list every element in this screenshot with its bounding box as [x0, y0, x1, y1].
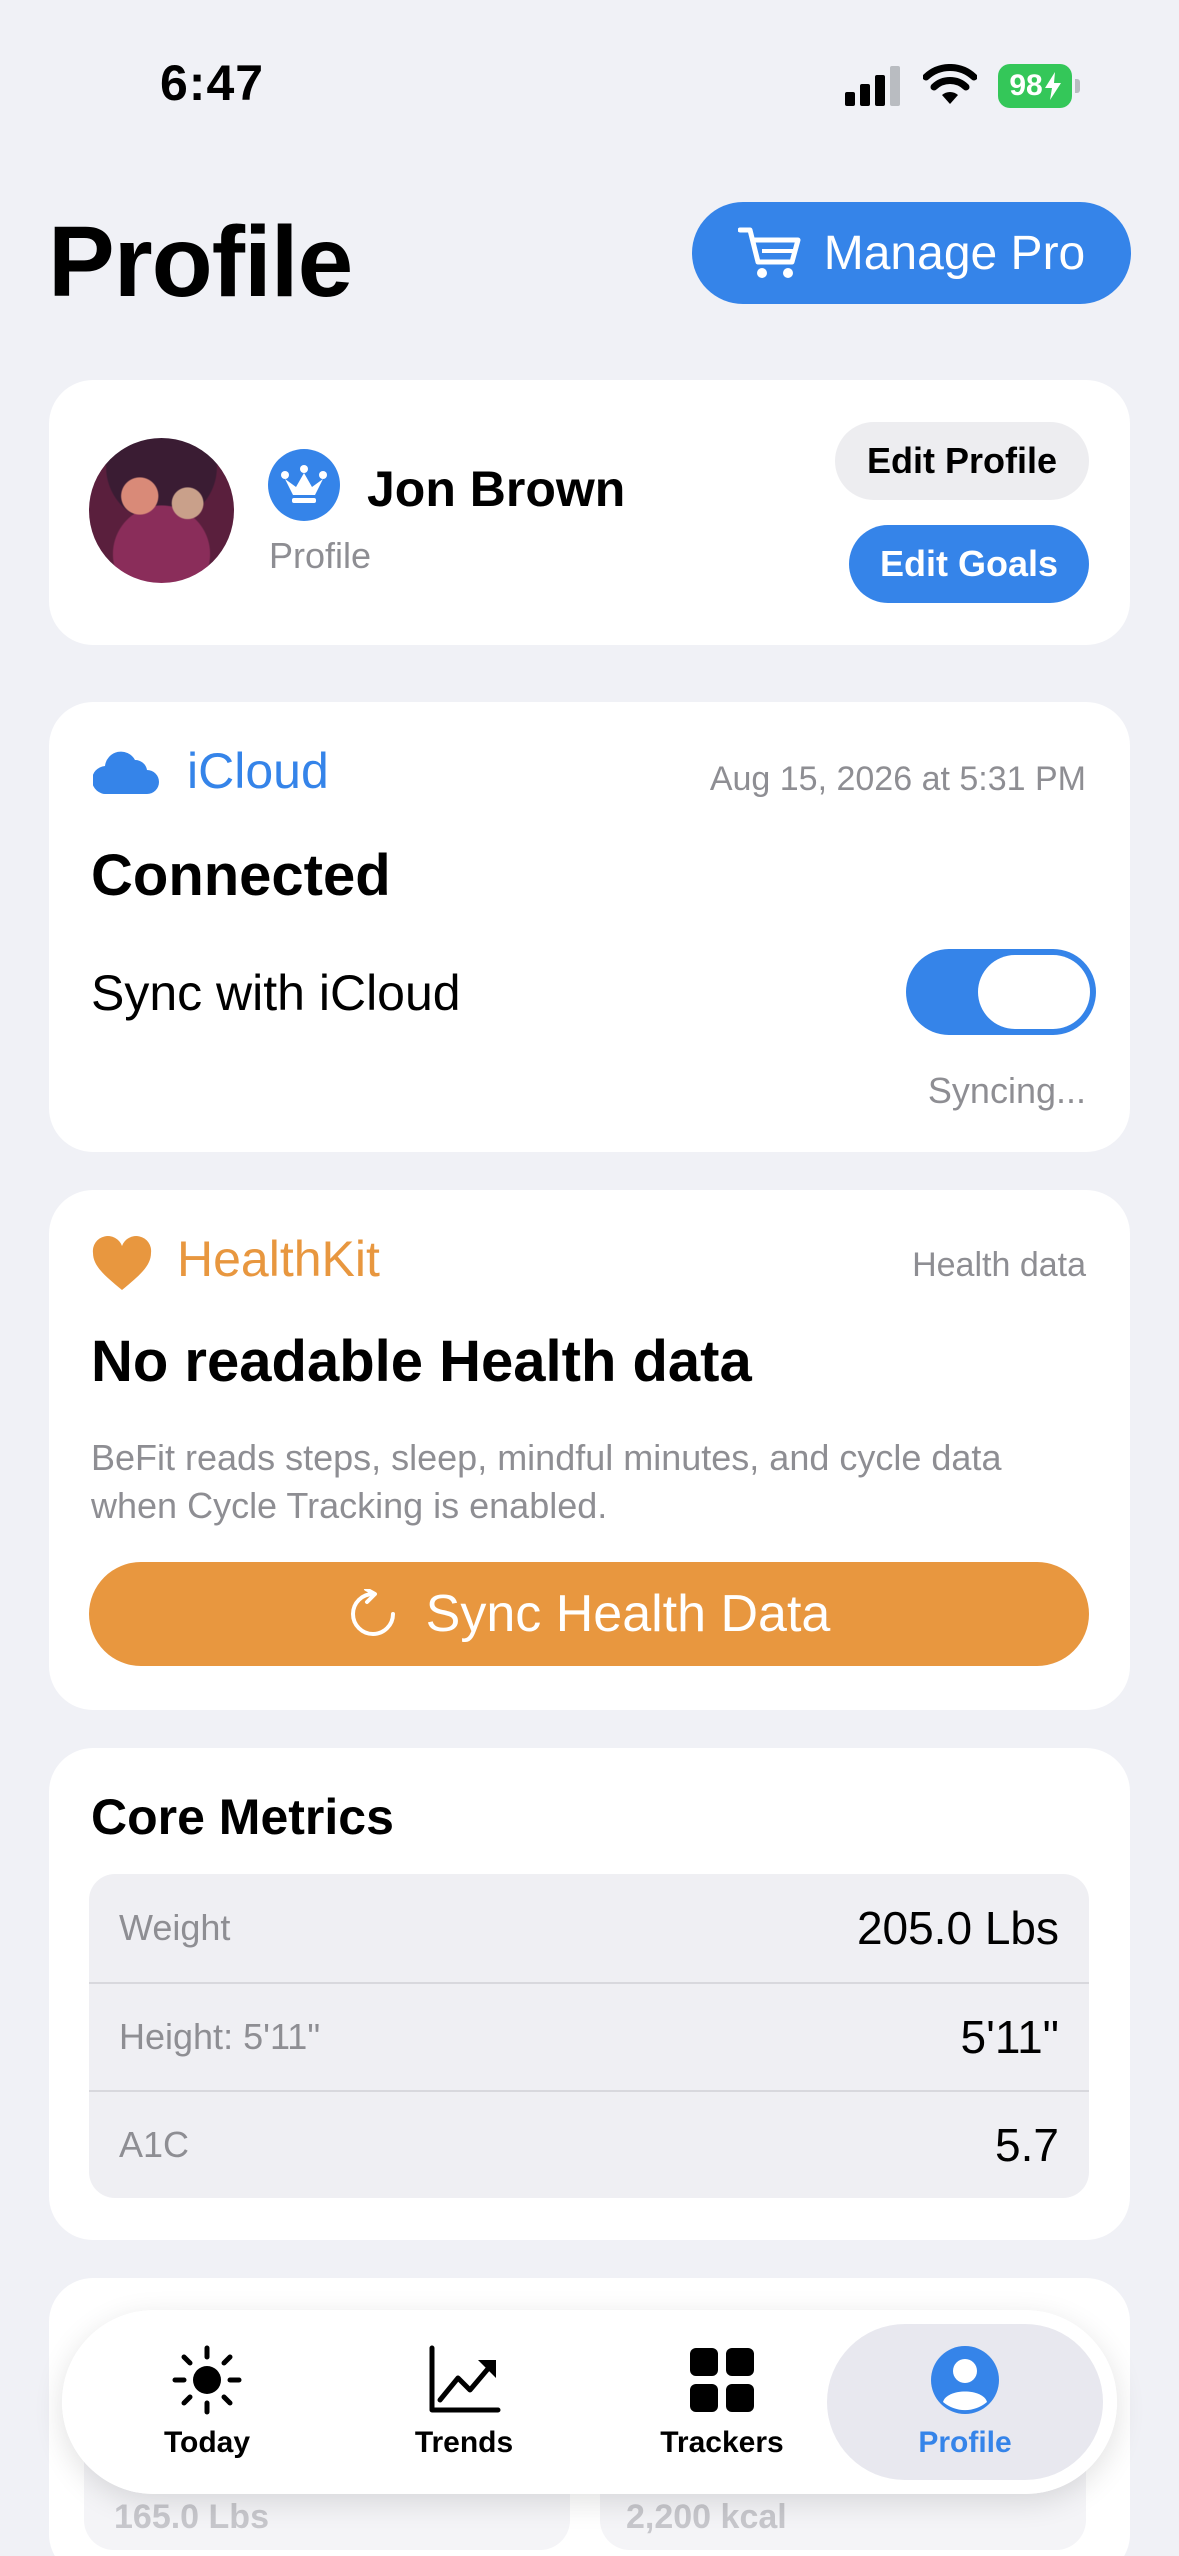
icloud-label: iCloud: [187, 743, 329, 799]
core-metrics-title: Core Metrics: [91, 1789, 394, 1845]
battery-indicator: 98: [998, 64, 1080, 108]
metric-label: Height: 5'11": [119, 2016, 321, 2057]
healthkit-card: HealthKit Health data No readable Health…: [49, 1190, 1130, 1710]
tab-trends[interactable]: Trends: [344, 2324, 584, 2480]
avatar[interactable]: [89, 438, 234, 583]
cart-icon: [737, 227, 801, 278]
metric-row-a1c[interactable]: A1C 5.7: [89, 2090, 1089, 2198]
metrics-table: Weight 205.0 Lbs Height: 5'11" 5'11" A1C…: [89, 1874, 1089, 2198]
sun-icon: [172, 2345, 242, 2415]
wifi-icon: [923, 64, 977, 104]
edit-profile-button[interactable]: Edit Profile: [835, 422, 1089, 500]
status-bar: 6:47 98: [0, 0, 1179, 150]
refresh-icon: [350, 1589, 395, 1636]
tab-bar: Today Trends Trackers Profile: [62, 2310, 1117, 2494]
tab-label: Today: [163, 2426, 251, 2459]
manage-pro-button[interactable]: Manage Pro: [692, 202, 1131, 304]
metric-row-weight[interactable]: Weight 205.0 Lbs: [89, 1874, 1089, 1982]
healthkit-label: HealthKit: [177, 1231, 380, 1287]
tab-today[interactable]: Today: [87, 2324, 327, 2480]
metric-label: A1C: [119, 2124, 190, 2165]
goal-calories-value: 2,200 kcal: [626, 2498, 787, 2536]
metric-label: Weight: [119, 1907, 231, 1948]
person-circle-icon: [931, 2346, 999, 2414]
icloud-status: Connected: [91, 843, 391, 908]
sync-health-data-label: Sync Health Data: [425, 1585, 831, 1643]
sync-health-data-button[interactable]: Sync Health Data: [89, 1562, 1089, 1666]
metric-row-height[interactable]: Height: 5'11" 5'11": [89, 1982, 1089, 2090]
charging-bolt-icon: [1044, 72, 1061, 100]
health-description: BeFit reads steps, sleep, mindful minute…: [91, 1437, 1002, 1526]
health-status-title: No readable Health data: [91, 1329, 752, 1394]
profile-name: Jon Brown: [367, 461, 626, 517]
sync-state-text: Syncing...: [927, 1070, 1086, 1111]
manage-pro-label: Manage Pro: [823, 226, 1086, 280]
health-data-note: Health data: [912, 1246, 1086, 1284]
page-title: Profile: [48, 206, 353, 318]
grid-icon: [690, 2348, 754, 2412]
cellular-signal-icon: [845, 66, 900, 106]
profile-subtitle: Profile: [269, 535, 372, 576]
tab-label: Profile: [918, 2426, 1012, 2459]
cloud-icon: [93, 751, 159, 794]
metric-value: 5.7: [995, 2119, 1059, 2171]
goal-weight-value: 165.0 Lbs: [114, 2498, 269, 2536]
chart-line-icon: [429, 2345, 501, 2413]
pro-badge: [268, 449, 340, 521]
icloud-last-sync: Aug 15, 2026 at 5:31 PM: [709, 760, 1086, 798]
tab-profile[interactable]: Profile: [827, 2324, 1103, 2480]
edit-goals-button[interactable]: Edit Goals: [849, 525, 1089, 603]
tab-label: Trends: [414, 2426, 514, 2459]
profile-card: Jon Brown Profile Edit Profile Edit Goal…: [49, 380, 1130, 645]
metric-value: 205.0 Lbs: [856, 1902, 1059, 1954]
tab-label: Trackers: [660, 2426, 784, 2459]
crown-icon: [281, 465, 327, 503]
metric-value: 5'11": [960, 2011, 1059, 2063]
battery-level: 98: [1009, 69, 1043, 102]
sync-icloud-toggle[interactable]: [906, 949, 1096, 1035]
tab-trackers[interactable]: Trackers: [602, 2324, 842, 2480]
core-metrics-card: Core Metrics Weight 205.0 Lbs Height: 5'…: [49, 1748, 1130, 2240]
heart-icon: [92, 1236, 152, 1290]
toggle-knob: [978, 955, 1090, 1029]
icloud-card: iCloud Aug 15, 2026 at 5:31 PM Connected…: [49, 702, 1130, 1152]
sync-icloud-label: Sync with iCloud: [91, 965, 461, 1021]
status-time: 6:47: [160, 55, 265, 111]
